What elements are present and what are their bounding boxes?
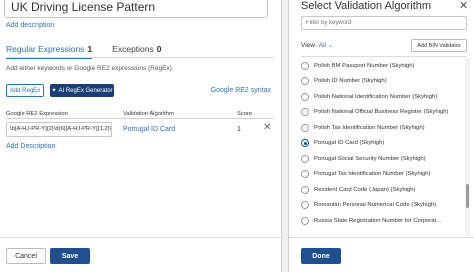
radio-button[interactable] (301, 170, 309, 179)
radio-button[interactable] (301, 216, 309, 225)
view-filter[interactable]: View: All ⌄ (301, 42, 333, 49)
algorithm-option[interactable]: Portugal ID Card (Skyhigh) (301, 136, 463, 152)
save-button[interactable]: Save (50, 248, 90, 264)
table-header-divider (6, 118, 274, 119)
footer-divider (289, 237, 474, 238)
radio-button[interactable] (301, 154, 309, 163)
regex-hint-text: Add either keywords or Google RE2 expres… (6, 65, 174, 72)
tab-divider (6, 57, 274, 58)
algorithm-option-label: Polish ID Number (Skyhigh) (314, 78, 387, 85)
tab-count: 0 (156, 44, 162, 54)
add-regex-button[interactable]: Add RegEx (6, 84, 44, 97)
drawer-title: Select Validation Algorithm (301, 0, 432, 12)
algorithm-option-label: Polish National Official Business Regist… (314, 109, 449, 116)
google-re2-syntax-link[interactable]: Google RE2 syntax (211, 87, 271, 94)
footer-divider (0, 237, 282, 238)
radio-button[interactable] (301, 201, 309, 210)
algorithm-option[interactable]: Portugal Social Security Number (Skyhigh… (301, 151, 463, 167)
pattern-editor-panel: UK Driving License Pattern Add descripti… (0, 0, 282, 272)
sparkle-icon: ✦ (51, 88, 57, 94)
column-header-expression: Google RE2 Expression (6, 111, 68, 117)
tab-label: Regular Expressions (6, 44, 85, 54)
remove-row-icon[interactable]: ✕ (263, 122, 271, 133)
regex-expression-input[interactable]: \b[A-HJ-PR-Y]{2}\d{6}[A-HJ-PR-Y]{1,2}\b (6, 122, 112, 137)
tab-regular-expressions[interactable]: Regular Expressions 1 (6, 44, 93, 59)
list-divider (301, 56, 467, 57)
tab-exceptions[interactable]: Exceptions 0 (112, 44, 161, 58)
view-value: All (318, 42, 327, 49)
algorithm-option[interactable]: Polish Tax Identification Number (Skyhig… (301, 120, 463, 136)
close-icon[interactable]: ✕ (459, 0, 468, 12)
done-button[interactable]: Done (301, 248, 341, 264)
add-row-description-link[interactable]: Add Description (6, 143, 55, 150)
chevron-down-icon: ⌄ (328, 43, 334, 49)
algorithm-option[interactable]: Portugal Tax Identification Number (Skyh… (301, 167, 463, 183)
algorithm-option-label: Resident Card Code (Japan) (Skyhigh) (314, 186, 416, 193)
cancel-button[interactable]: Cancel (6, 248, 46, 264)
add-bin-validator-button[interactable]: Add BIN Validator (411, 39, 467, 52)
radio-button[interactable] (301, 108, 309, 117)
add-description-link[interactable]: Add description (6, 22, 54, 29)
algorithm-option-label: Portugal ID Card (Skyhigh) (314, 140, 385, 147)
tab-label: Exceptions (112, 44, 154, 54)
filter-keyword-input[interactable] (301, 16, 467, 30)
radio-button[interactable] (301, 92, 309, 101)
algorithm-list: Polish BM Passport Number (Skyhigh) Polis… (301, 58, 463, 234)
algorithm-option[interactable]: Polish BM Passport Number (Skyhigh) (301, 58, 463, 74)
pattern-name-input[interactable]: UK Driving License Pattern (4, 0, 268, 18)
algorithm-option[interactable]: Romanian Personal Numerical Code (Skyhig… (301, 198, 463, 214)
radio-button[interactable] (301, 139, 309, 148)
ai-regex-generator-button[interactable]: ✦ AI RegEx Generator (50, 84, 114, 97)
column-header-algorithm: Validation Algorithm (123, 111, 174, 117)
view-label: View: (301, 42, 317, 49)
ai-regex-label: AI RegEx Generator (58, 87, 113, 94)
algorithm-option[interactable]: Russia State Registration Number for Cor… (301, 213, 463, 229)
algorithm-option[interactable]: Polish ID Number (Skyhigh) (301, 74, 463, 90)
radio-button[interactable] (301, 123, 309, 132)
radio-button[interactable] (301, 185, 309, 194)
algorithm-option-label: Polish National Identification Number (S… (314, 93, 438, 100)
validation-algorithm-link[interactable]: Portugal ID Card (123, 126, 175, 133)
algorithm-option[interactable]: Resident Card Code (Japan) (Skyhigh) (301, 182, 463, 198)
algorithm-option-label: Romanian Personal Numerical Code (Skyhig… (314, 202, 437, 209)
algorithm-option-label: Polish BM Passport Number (Skyhigh) (314, 62, 415, 69)
algorithm-option-label: Portugal Social Security Number (Skyhigh… (314, 155, 426, 162)
validation-algorithm-drawer: Select Validation Algorithm ✕ View:All⌄ … (288, 0, 474, 272)
algorithm-option-label: Russia State Registration Number for Cor… (314, 217, 442, 224)
tab-count: 1 (87, 44, 93, 54)
scrollbar-thumb[interactable] (466, 184, 469, 208)
algorithm-option[interactable]: Polish National Identification Number (S… (301, 89, 463, 105)
radio-button[interactable] (301, 61, 309, 70)
pattern-tabs: Regular Expressions 1 Exceptions 0 (6, 44, 162, 59)
score-value[interactable]: 1 (237, 126, 241, 133)
algorithm-option-label: Polish Tax Identification Number (Skyhig… (314, 124, 425, 131)
algorithm-option[interactable]: Polish National Official Business Regist… (301, 105, 463, 121)
algorithm-option-label: Portugal Tax Identification Number (Skyh… (314, 171, 431, 178)
list-scrollbar[interactable] (465, 58, 470, 236)
radio-button[interactable] (301, 77, 309, 86)
column-header-score: Score (237, 111, 253, 117)
